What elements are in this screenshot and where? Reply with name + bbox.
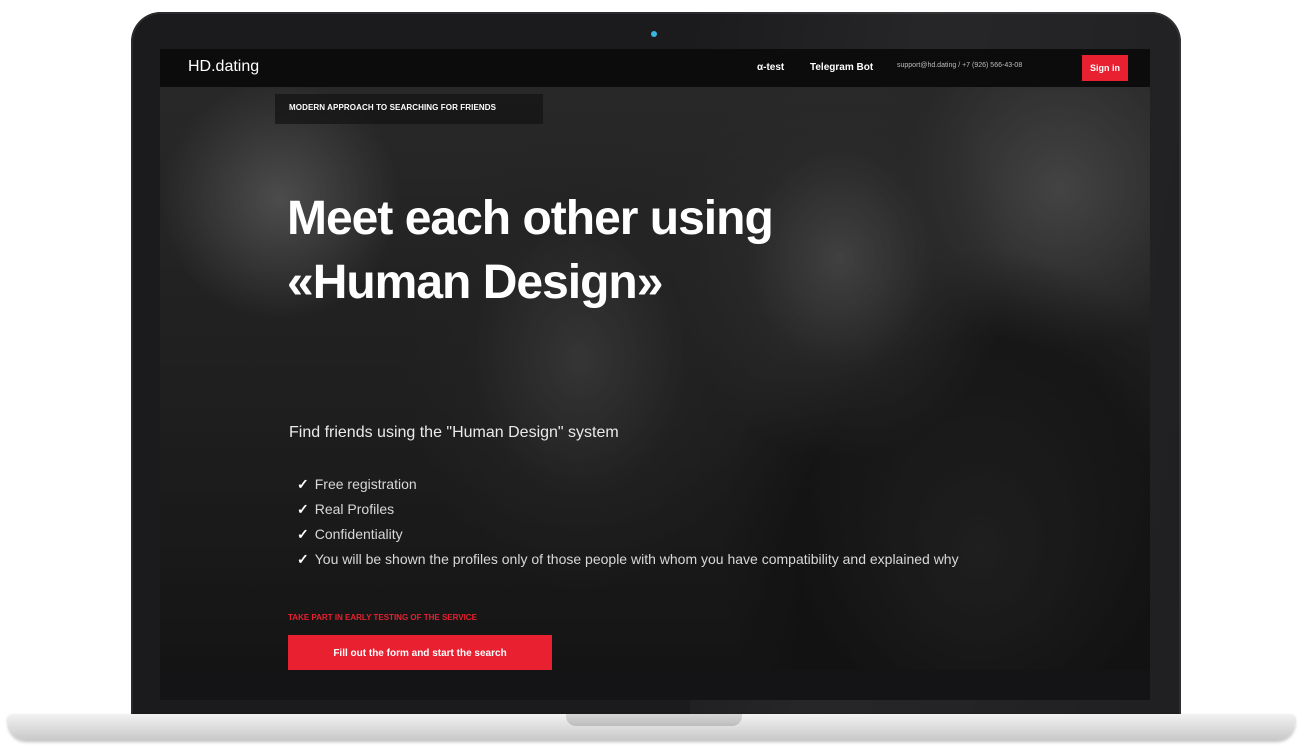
feature-item: ✓ Real Profiles (297, 497, 959, 522)
nav-alpha-test[interactable]: α-test (757, 62, 784, 73)
hero-headline: Meet each other using «Human Design» (287, 187, 774, 315)
feature-item: ✓ Confidentiality (297, 522, 959, 547)
laptop-screen: HD.dating α-test Telegram Bot support@hd… (160, 49, 1150, 670)
support-contact: support@hd.dating / +7 (926) 566-43-08 (897, 62, 1023, 69)
feature-list: ✓ Free registration ✓ Real Profiles ✓ Confi… (297, 472, 959, 572)
feature-text: Real Profiles (314, 501, 395, 517)
sign-in-button[interactable]: Sign in (1082, 55, 1128, 81)
site-logo[interactable]: HD.dating (188, 58, 259, 76)
feature-item: ✓ Free registration (297, 472, 959, 497)
laptop-base-notch (566, 714, 742, 726)
start-search-button[interactable]: Fill out the form and start the search (288, 635, 552, 670)
early-testing-label: TAKE PART IN EARLY TESTING OF THE SERVIC… (288, 613, 477, 622)
headline-line-1: Meet each other using (287, 192, 774, 245)
feature-text: Free registration (314, 476, 417, 492)
hero-overlay (160, 49, 1150, 670)
nav-telegram-bot[interactable]: Telegram Bot (810, 62, 873, 73)
feature-text: You will be shown the profiles only of t… (314, 551, 959, 567)
checkmark-icon: ✓ (297, 526, 309, 542)
checkmark-icon: ✓ (297, 501, 309, 517)
feature-text: Confidentiality (314, 526, 403, 542)
top-navbar: HD.dating α-test Telegram Bot support@hd… (160, 49, 1150, 87)
checkmark-icon: ✓ (297, 551, 309, 567)
screen-bottom-bezel (160, 670, 1150, 700)
hero-subtitle: Find friends using the "Human Design" sy… (289, 424, 619, 441)
hero-tagline: MODERN APPROACH TO SEARCHING FOR FRIENDS (289, 103, 497, 112)
feature-item: ✓ You will be shown the profiles only of … (297, 547, 959, 572)
headline-line-2: «Human Design» (287, 256, 663, 309)
webcam-icon (651, 31, 657, 37)
checkmark-icon: ✓ (297, 476, 309, 492)
